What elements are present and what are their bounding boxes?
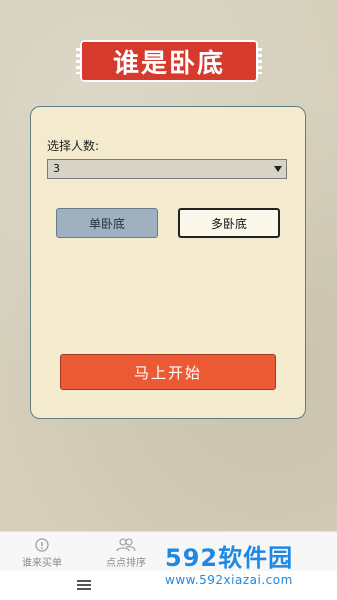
- nav-item-who-pays[interactable]: 谁来买单: [7, 538, 77, 569]
- chevron-down-icon: [274, 166, 282, 172]
- player-count-value: 3: [53, 162, 60, 175]
- nav-item-sort[interactable]: 点点排序: [91, 538, 161, 569]
- single-spy-label: 单卧底: [88, 216, 125, 231]
- logo-text: 谁是卧底: [112, 48, 225, 79]
- setup-card: 选择人数: 3 单卧底 多卧底 马上开始: [30, 106, 306, 419]
- multi-spy-label: 多卧底: [210, 216, 247, 231]
- start-label: 马上开始: [133, 363, 202, 382]
- watermark: 592软件园 www.592xiazai.com: [165, 545, 335, 597]
- nav-label-sort: 点点排序: [106, 558, 146, 569]
- menu-icon[interactable]: [77, 580, 91, 590]
- watermark-url: www.592xiazai.com: [165, 573, 293, 587]
- start-button[interactable]: 马上开始: [60, 354, 276, 390]
- nav-label-who-pays: 谁来买单: [22, 558, 62, 569]
- single-spy-button[interactable]: 单卧底: [56, 208, 158, 238]
- users-icon: [116, 538, 136, 552]
- player-count-select[interactable]: 3: [47, 159, 287, 179]
- watermark-brand: 592软件园: [165, 544, 294, 572]
- info-icon: [35, 538, 49, 552]
- app-logo: 谁是卧底: [76, 40, 262, 82]
- player-count-label: 选择人数:: [47, 139, 100, 153]
- multi-spy-button[interactable]: 多卧底: [178, 208, 280, 238]
